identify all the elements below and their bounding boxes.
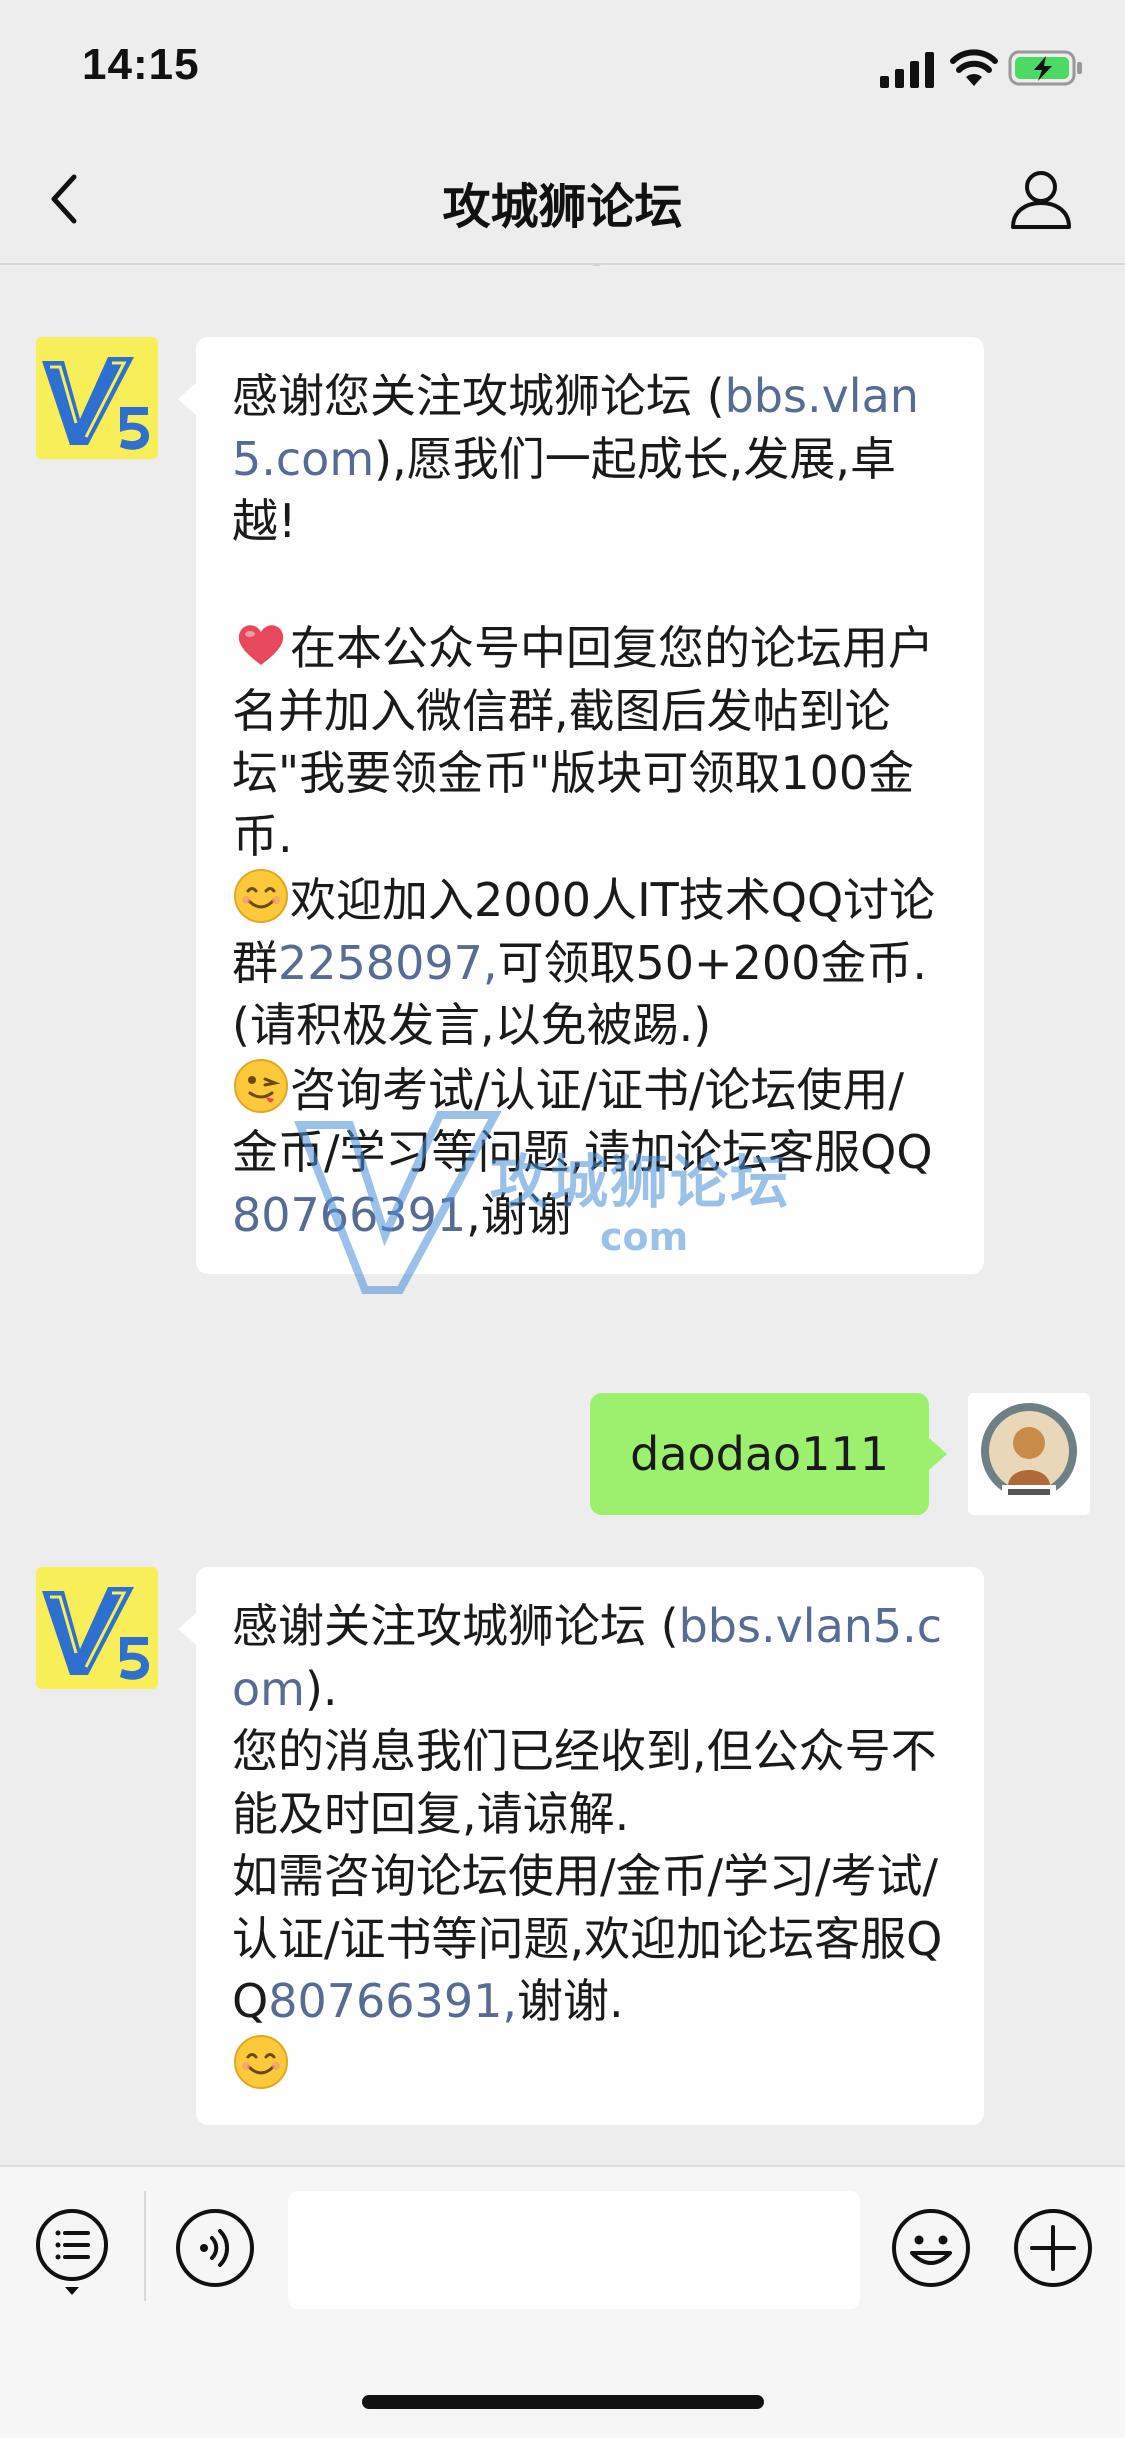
message-text: 感谢您关注攻城狮论坛 ( [232,369,725,423]
incoming-message-bubble[interactable]: 感谢您关注攻城狮论坛 (bbs.vlan5.com),愿我们一起成长,发展,卓越… [178,337,984,1274]
signal-icon [880,52,934,88]
v5-logo-icon [36,1567,158,1689]
smile-emoji-icon [232,2033,290,2091]
official-avatar[interactable] [36,1567,158,1689]
user-avatar[interactable] [968,1393,1090,1515]
wink-emoji-icon [232,1057,290,1115]
message-input[interactable] [288,2191,860,2309]
message-link[interactable]: 80766391 [232,1188,466,1242]
message-link[interactable]: 2258097, [278,936,498,990]
status-time: 14:15 [82,40,200,89]
official-avatar[interactable] [36,337,158,459]
message-link[interactable]: 80766391, [268,1974,517,2028]
message-text: 谢谢. [516,1974,624,2028]
menu-list-icon[interactable] [32,2205,112,2297]
smile-emoji-icon [232,867,290,925]
incoming-message-bubble[interactable]: 感谢关注攻城狮论坛 (bbs.vlan5.com). 您的消息我们已经收到,但公… [178,1567,984,2125]
input-divider [144,2191,146,2301]
chat-title: 攻城狮论坛 [442,179,683,235]
message-text: 咨询考试/认证/证书/论坛使用/金币/学习等问题,请加论坛客服QQ [232,1062,933,1180]
plus-circle-icon[interactable] [1012,2207,1094,2289]
home-indicator [362,2395,764,2409]
emoji-icon[interactable] [890,2207,972,2289]
user-avatar-image-icon [968,1393,1090,1515]
input-bar [0,2165,1125,2438]
battery-charging-icon [1008,50,1082,86]
timestamp: 11:15 [0,265,1125,273]
voice-icon[interactable] [174,2207,256,2289]
heart-emoji-icon [232,615,290,673]
message-text: 在本公众号中回复您的论坛用户名并加入微信群,截图后发帖到论坛"我要领金币"版块可… [232,621,934,863]
wifi-icon [950,49,998,86]
chat-area[interactable]: 11:15 感谢您关注攻城狮论坛 (bbs.vlan5.com),愿我们一起成长… [0,265,1125,2165]
nav-bar: 攻城狮论坛 [0,135,1125,265]
outgoing-message-bubble[interactable]: daodao111 [590,1393,947,1515]
person-icon[interactable] [1008,165,1074,233]
message-text: 感谢关注攻城狮论坛 ( [232,1599,679,1653]
message-text: ,谢谢 [466,1187,573,1242]
status-bar: 14:15 [0,0,1125,135]
v5-logo-icon [36,337,158,459]
